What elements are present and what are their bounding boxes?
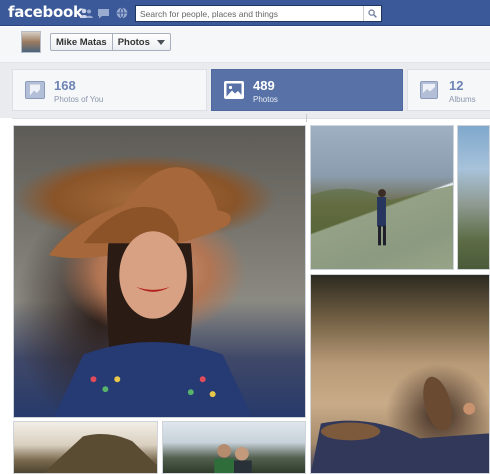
profile-section-selector[interactable]: Mike Matas Photos	[50, 33, 171, 51]
avatar[interactable]	[21, 31, 41, 53]
photo-hiker-on-snow[interactable]	[310, 125, 454, 270]
photo-cliff[interactable]	[13, 421, 158, 474]
tab-photos[interactable]: 489 Photos	[211, 69, 403, 111]
albums-icon	[420, 81, 440, 99]
search-button[interactable]	[363, 6, 381, 21]
photo-illustration	[311, 185, 453, 269]
divider	[306, 114, 307, 122]
section-name[interactable]: Photos	[113, 34, 155, 50]
photo-illustration	[214, 444, 252, 473]
facebook-logo[interactable]: facebook	[8, 3, 83, 21]
tab-label: Photos of You	[54, 95, 104, 104]
divider	[12, 118, 490, 119]
search-icon	[368, 5, 377, 23]
photo-mountain[interactable]	[457, 125, 490, 270]
tab-count: 12	[449, 78, 464, 93]
photo-illustration	[311, 376, 489, 473]
profile-name[interactable]: Mike Matas	[51, 34, 112, 50]
friend-requests-icon[interactable]	[80, 7, 93, 19]
tab-label: Photos	[253, 95, 278, 104]
tab-label: Albums	[449, 95, 476, 104]
search-box	[135, 5, 382, 22]
photo-illustration	[48, 167, 253, 417]
top-bar: facebook	[0, 0, 490, 26]
photo-resting-on-rocks[interactable]	[310, 274, 490, 474]
chevron-down-icon[interactable]	[155, 39, 170, 45]
tab-count: 489	[253, 78, 275, 93]
search-input[interactable]	[136, 6, 361, 21]
photo-illustration	[43, 433, 157, 473]
photos-icon	[224, 81, 244, 99]
notifications-icon[interactable]	[115, 7, 128, 19]
tab-photos-of-you[interactable]: 168 Photos of You	[12, 69, 207, 111]
tab-count: 168	[54, 78, 76, 93]
tab-albums[interactable]: 12 Albums	[407, 69, 490, 111]
photo-friends-headphones[interactable]	[162, 421, 306, 474]
photo-woman-in-hat[interactable]	[13, 125, 306, 418]
photos-of-you-icon	[25, 81, 45, 99]
messages-icon[interactable]	[97, 7, 110, 19]
